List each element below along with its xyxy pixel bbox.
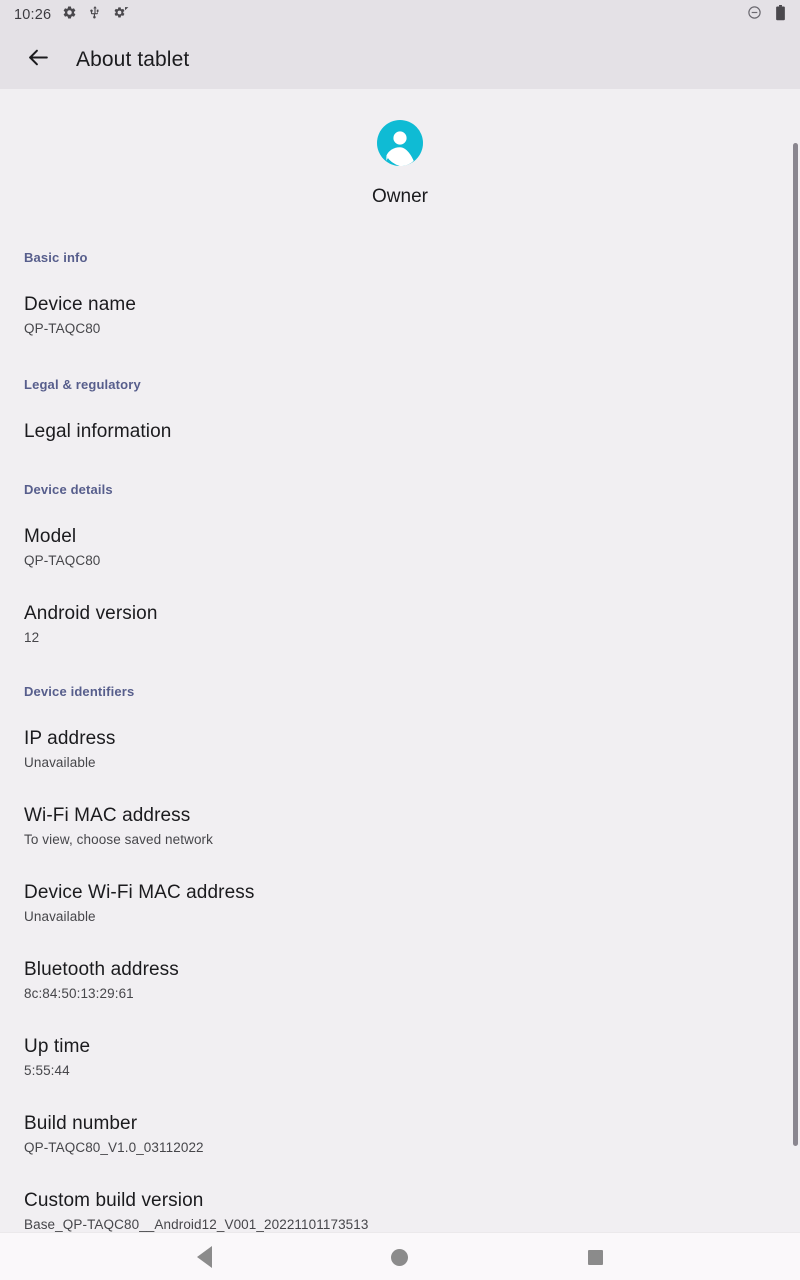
section-header-device-identifiers: Device identifiers — [0, 684, 800, 699]
pref-summary: QP-TAQC80_V1.0_03112022 — [24, 1138, 776, 1158]
pref-title: Build number — [24, 1111, 776, 1137]
pref-summary: 5:55:44 — [24, 1061, 776, 1081]
navigation-bar — [0, 1232, 800, 1280]
pref-title: Bluetooth address — [24, 957, 776, 983]
pref-row-wifi-mac-address[interactable]: Wi-Fi MAC address To view, choose saved … — [0, 803, 800, 850]
arrow-back-icon — [26, 45, 51, 75]
pref-summary: QP-TAQC80 — [24, 319, 776, 339]
owner-profile[interactable]: Owner — [0, 119, 800, 208]
pref-summary: QP-TAQC80 — [24, 551, 776, 571]
status-bar: 10:26 — [0, 0, 800, 30]
pref-title: Device Wi-Fi MAC address — [24, 880, 776, 906]
back-button[interactable] — [10, 32, 66, 88]
usb-icon — [88, 5, 102, 25]
status-bar-right — [747, 5, 786, 26]
status-bar-left: 10:26 — [14, 5, 129, 25]
owner-name-label: Owner — [372, 186, 428, 208]
pref-summary: To view, choose saved network — [24, 830, 776, 850]
section-header-legal-regulatory: Legal & regulatory — [0, 377, 800, 392]
pref-row-android-version[interactable]: Android version 12 — [0, 601, 800, 648]
pref-row-bluetooth-address[interactable]: Bluetooth address 8c:84:50:13:29:61 — [0, 957, 800, 1004]
pref-title: Model — [24, 524, 776, 550]
pref-title: Custom build version — [24, 1188, 776, 1214]
battery-icon — [775, 5, 786, 26]
pref-row-legal-information[interactable]: Legal information — [0, 419, 800, 445]
pref-summary: Unavailable — [24, 907, 776, 927]
back-triangle-icon — [197, 1246, 212, 1268]
pref-row-custom-build-version[interactable]: Custom build version Base_QP-TAQC80__And… — [0, 1188, 800, 1235]
gear-cast-icon — [113, 5, 129, 25]
app-bar: About tablet — [0, 30, 800, 89]
pref-title: IP address — [24, 726, 776, 752]
gear-icon — [62, 5, 77, 25]
pref-title: Wi-Fi MAC address — [24, 803, 776, 829]
settings-scroll-container[interactable]: Owner Basic info Device name QP-TAQC80 L… — [0, 89, 800, 1280]
device-screen: 10:26 — [0, 0, 800, 1280]
pref-summary: Unavailable — [24, 753, 776, 773]
nav-back-button[interactable] — [164, 1233, 244, 1280]
pref-summary: 8c:84:50:13:29:61 — [24, 984, 776, 1004]
pref-title: Up time — [24, 1034, 776, 1060]
pref-row-ip-address[interactable]: IP address Unavailable — [0, 726, 800, 773]
home-circle-icon — [391, 1249, 408, 1266]
recents-square-icon — [588, 1250, 603, 1265]
pref-title: Device name — [24, 292, 776, 318]
account-circle-icon — [376, 119, 424, 172]
pref-summary: 12 — [24, 628, 776, 648]
status-bar-clock: 10:26 — [14, 7, 51, 23]
do-not-disturb-icon — [747, 5, 762, 25]
pref-row-device-wifi-mac-address[interactable]: Device Wi-Fi MAC address Unavailable — [0, 880, 800, 927]
section-header-basic-info: Basic info — [0, 250, 800, 265]
nav-home-button[interactable] — [359, 1233, 439, 1280]
pref-title: Android version — [24, 601, 776, 627]
pref-row-up-time[interactable]: Up time 5:55:44 — [0, 1034, 800, 1081]
pref-row-build-number[interactable]: Build number QP-TAQC80_V1.0_03112022 — [0, 1111, 800, 1158]
nav-recents-button[interactable] — [555, 1233, 635, 1280]
vertical-scrollbar-thumb[interactable] — [793, 143, 798, 1146]
section-header-device-details: Device details — [0, 482, 800, 497]
pref-title: Legal information — [24, 419, 776, 445]
pref-row-model[interactable]: Model QP-TAQC80 — [0, 524, 800, 571]
pref-row-device-name[interactable]: Device name QP-TAQC80 — [0, 292, 800, 339]
page-title: About tablet — [76, 48, 189, 72]
